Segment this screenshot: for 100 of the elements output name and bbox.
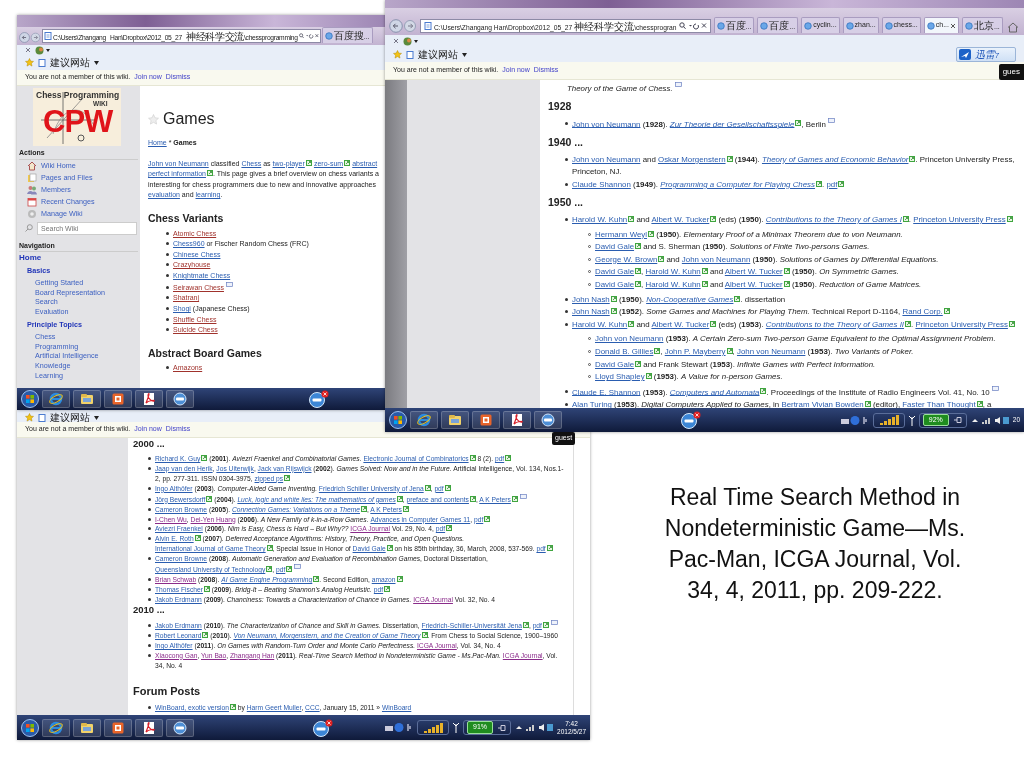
bullet-icon <box>588 349 591 353</box>
plug-icon <box>497 723 508 732</box>
bullet-icon <box>588 270 591 274</box>
taskbar-button[interactable] <box>166 390 194 408</box>
page-icon <box>424 22 432 30</box>
page-title: Games <box>163 110 215 128</box>
bullet-icon <box>166 242 169 246</box>
taskbar-button[interactable] <box>104 390 132 408</box>
people-icon <box>27 184 37 195</box>
bullet-icon <box>148 643 151 647</box>
signal-icon <box>422 722 445 733</box>
bullet-icon <box>588 232 591 236</box>
bullet-icon <box>148 497 151 501</box>
taskbar-button[interactable] <box>441 411 469 429</box>
bullet-icon <box>148 456 151 460</box>
page-icon <box>760 21 769 30</box>
taskbar-button[interactable] <box>166 718 194 737</box>
bullet-icon <box>148 537 151 541</box>
logo-title: Chess Programming <box>36 89 120 101</box>
taskbar-button[interactable] <box>73 390 101 408</box>
page-icon <box>38 413 46 422</box>
section-heading: Chess Variants <box>148 212 225 224</box>
addon-icon[interactable] <box>403 36 419 46</box>
close-icon[interactable] <box>393 38 399 44</box>
start-button[interactable] <box>389 411 407 429</box>
bullet-icon <box>148 624 151 628</box>
favorites-button[interactable]: 建议网站 <box>38 410 99 425</box>
app-notification-icon[interactable] <box>680 411 702 429</box>
bullet-icon <box>565 157 568 161</box>
bullet-icon <box>148 588 151 592</box>
close-icon[interactable] <box>949 22 956 29</box>
bullet-icon <box>588 282 591 286</box>
folder-icon <box>80 720 94 735</box>
bullet-icon <box>565 297 568 301</box>
favorites-button[interactable]: 建议网站 <box>38 55 99 70</box>
tray-icons[interactable] <box>839 414 870 426</box>
folder-icon <box>448 413 462 427</box>
tooltip: gues <box>998 64 1024 80</box>
page-icon <box>716 21 725 30</box>
page-icon <box>845 21 854 30</box>
close-icon[interactable] <box>25 47 31 53</box>
plug-icon <box>952 416 963 424</box>
start-button[interactable] <box>21 718 39 737</box>
address-controls[interactable] <box>298 33 319 39</box>
antenna-icon[interactable] <box>452 722 461 733</box>
bullet-icon <box>166 366 169 370</box>
bullet-icon <box>148 486 151 490</box>
nav-link[interactable]: Home <box>19 253 138 263</box>
page-icon <box>884 21 893 30</box>
taskbar-button[interactable] <box>73 718 101 737</box>
address-controls[interactable] <box>678 22 707 30</box>
signal-icon <box>877 415 900 425</box>
star-icon[interactable] <box>148 113 159 125</box>
footnote-icon[interactable] <box>674 82 682 87</box>
app-notification-icon[interactable] <box>312 718 334 737</box>
bullet-icon <box>166 307 169 311</box>
bullet-icon <box>148 517 151 521</box>
bullet-icon <box>148 634 151 637</box>
taskbar-button[interactable] <box>472 411 500 429</box>
system-tray-icons[interactable] <box>514 723 555 732</box>
pages-icon <box>27 172 37 183</box>
section-heading: 1928 <box>548 100 573 113</box>
antenna-icon[interactable] <box>907 414 916 426</box>
browser-icon <box>49 392 63 406</box>
bullet-icon <box>588 375 591 379</box>
bullet-icon <box>166 328 169 332</box>
page-icon <box>44 32 52 40</box>
app-notification-icon[interactable] <box>308 390 330 408</box>
taskbar-button[interactable] <box>135 718 163 737</box>
section-heading: Abstract Board Games <box>148 347 263 359</box>
app-icon <box>173 392 187 406</box>
bullet-icon <box>148 653 151 657</box>
bullet-icon <box>148 578 151 582</box>
taskbar-button[interactable] <box>410 411 438 429</box>
taskbar-button[interactable] <box>42 390 70 408</box>
presentation-icon <box>479 413 493 427</box>
taskbar-button[interactable] <box>503 411 531 429</box>
taskbar-button[interactable] <box>42 718 70 737</box>
start-button[interactable] <box>21 390 39 408</box>
app-icon <box>173 720 187 735</box>
taskbar-button[interactable] <box>534 411 562 429</box>
bullet-icon <box>166 317 169 321</box>
taskbar-button[interactable] <box>104 718 132 737</box>
gear-icon <box>27 208 37 219</box>
bullet-icon <box>166 263 169 267</box>
taskbar-button[interactable] <box>135 390 163 408</box>
page-icon <box>804 21 813 30</box>
bullet-icon <box>588 337 591 341</box>
pdf-icon <box>142 720 156 735</box>
bullet-icon <box>588 245 591 249</box>
house-icon <box>27 160 37 171</box>
favorites-button[interactable]: 建议网站 <box>406 47 467 62</box>
pdf-icon <box>142 392 156 406</box>
bullet-icon <box>565 218 568 221</box>
bullet-icon <box>148 557 151 561</box>
bullet-icon <box>588 362 591 366</box>
bullet-icon <box>166 252 169 256</box>
addon-icon[interactable] <box>35 45 51 55</box>
logo-mark: CPW <box>43 108 113 136</box>
bullet-icon <box>148 507 151 511</box>
